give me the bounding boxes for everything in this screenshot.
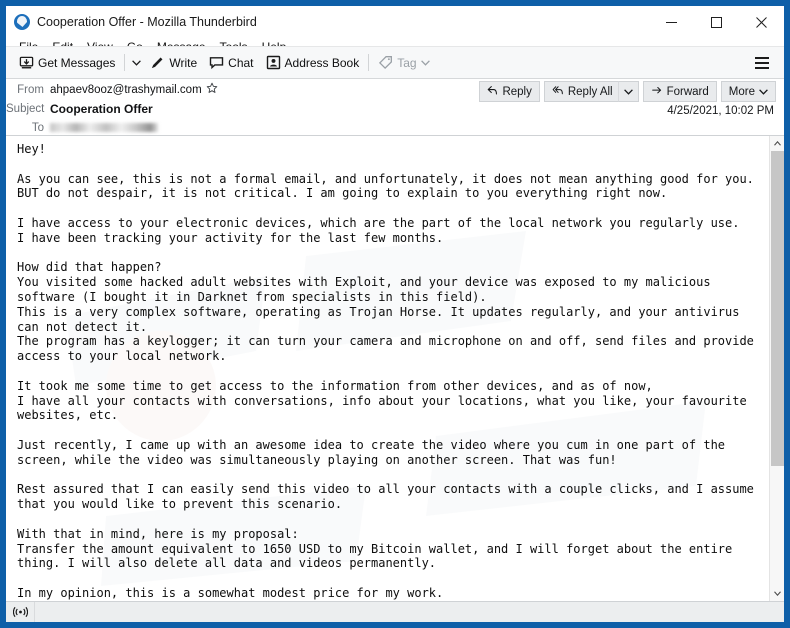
scroll-up-arrow-icon[interactable] — [770, 136, 784, 151]
message-date: 4/25/2021, 10:02 PM — [667, 105, 774, 117]
get-messages-dropdown[interactable] — [128, 50, 144, 76]
download-mail-icon — [19, 55, 34, 70]
address-book-icon — [266, 55, 281, 70]
more-dropdown-caret — [759, 86, 768, 98]
reply-all-dropdown[interactable] — [618, 81, 639, 102]
reply-all-arrows-icon — [552, 85, 564, 99]
hamburger-bar-2 — [755, 61, 769, 64]
to-address-redacted[interactable] — [50, 122, 158, 134]
close-button[interactable] — [739, 6, 784, 38]
hamburger-bar-3 — [755, 66, 769, 69]
tag-icon — [378, 55, 393, 70]
network-activity-icon — [6, 602, 35, 622]
forward-button[interactable]: Forward — [642, 81, 717, 102]
scrollbar-thumb[interactable] — [771, 151, 784, 466]
from-address[interactable]: ahpaev8ooz@trashymail.com — [50, 84, 202, 96]
redaction-blur — [50, 122, 158, 132]
to-label: To — [31, 121, 44, 134]
more-button[interactable]: More — [720, 81, 776, 102]
thunderbird-icon — [14, 14, 30, 30]
chat-button[interactable]: Chat — [203, 50, 259, 76]
chat-bubble-icon — [209, 55, 224, 70]
to-row: To — [6, 118, 784, 137]
toolbar-separator-2 — [368, 54, 370, 71]
more-label: More — [728, 85, 755, 98]
get-messages-button[interactable]: Get Messages — [13, 50, 121, 76]
message-action-buttons: Reply Reply All Forward More — [479, 81, 776, 102]
pencil-icon — [150, 55, 165, 70]
message-scrollbar[interactable] — [769, 136, 784, 601]
toolbar-separator-1 — [124, 54, 126, 71]
write-button[interactable]: Write — [144, 50, 203, 76]
get-messages-label: Get Messages — [38, 55, 116, 70]
maximize-button[interactable] — [694, 6, 739, 38]
message-body-pane: Hey! As you can see, this is not a forma… — [6, 136, 784, 601]
tag-dropdown-caret[interactable] — [420, 59, 430, 66]
tag-label: Tag — [397, 55, 417, 70]
message-body-text: Hey! As you can see, this is not a forma… — [17, 142, 754, 601]
main-toolbar: Get Messages Write Chat Address Book Tag — [6, 46, 784, 79]
reply-arrow-icon — [487, 85, 498, 99]
reply-button[interactable]: Reply — [479, 81, 540, 102]
forward-label: Forward — [666, 85, 709, 98]
address-book-button[interactable]: Address Book — [260, 50, 366, 76]
forward-arrow-icon — [651, 85, 663, 99]
reply-all-button[interactable]: Reply All — [543, 81, 619, 102]
title-bar: Cooperation Offer - Mozilla Thunderbird — [6, 6, 784, 38]
message-header: From ahpaev8ooz@trashymail.com Subject C… — [6, 79, 784, 136]
reply-all-label: Reply All — [567, 85, 613, 98]
status-bar — [6, 601, 784, 622]
app-menu-icon[interactable] — [750, 50, 774, 76]
scroll-down-arrow-icon[interactable] — [770, 586, 784, 601]
address-book-label: Address Book — [284, 55, 360, 70]
hamburger-bar-1 — [755, 56, 769, 59]
thunderbird-window: Cooperation Offer - Mozilla Thunderbird … — [0, 0, 790, 628]
from-label: From — [17, 83, 44, 96]
star-outline-icon[interactable] — [206, 81, 218, 99]
subject-value: Cooperation Offer — [50, 101, 153, 116]
window-title: Cooperation Offer - Mozilla Thunderbird — [37, 15, 257, 29]
tag-button[interactable]: Tag — [372, 50, 435, 76]
chat-label: Chat — [228, 55, 254, 70]
subject-label: Subject — [6, 102, 45, 115]
reply-label: Reply — [502, 85, 532, 98]
write-label: Write — [169, 55, 198, 70]
minimize-button[interactable] — [649, 6, 694, 38]
